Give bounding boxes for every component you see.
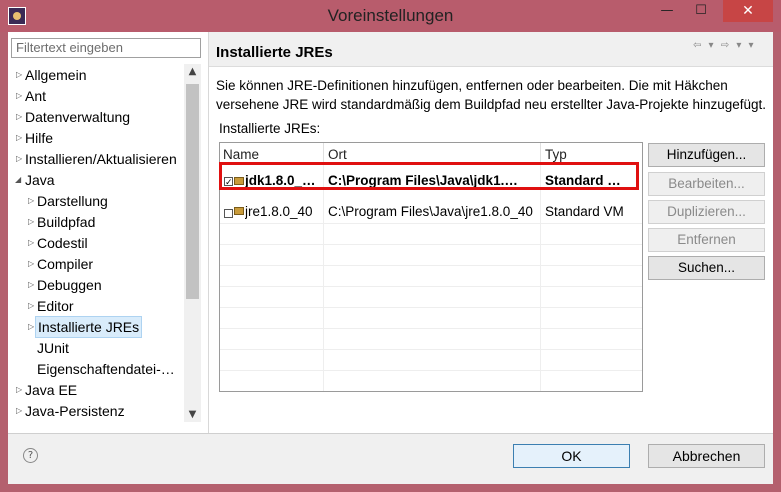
tree-item-ant[interactable]: ▷ Ant	[8, 86, 183, 106]
tree-item-label: Eigenschaftendatei-…	[37, 361, 175, 377]
grid-line	[220, 265, 642, 266]
tree-item-compiler[interactable]: ▷ Compiler	[8, 254, 183, 274]
scroll-down-icon[interactable]: ▼	[184, 409, 201, 420]
tree-item-label: Allgemein	[25, 67, 87, 83]
tree-item-debuggen[interactable]: ▷ Debuggen	[8, 275, 183, 295]
grid-line	[220, 223, 642, 224]
tree-item-label: Java-Persistenz	[25, 403, 125, 419]
maximize-button[interactable]: ☐	[686, 0, 716, 22]
scroll-up-icon[interactable]: ▲	[184, 66, 201, 77]
help-icon[interactable]: ?	[23, 448, 38, 463]
tree-item-label: JUnit	[37, 340, 69, 356]
preferences-window: Voreinstellungen — ☐ ✕ Filtertext eingeb…	[0, 0, 781, 492]
search-button[interactable]: Suchen...	[648, 256, 765, 280]
expand-twisty-icon[interactable]: ▷	[16, 128, 22, 148]
grid-line	[540, 165, 541, 391]
tree-item-label: Darstellung	[37, 193, 108, 209]
tree-item-java[interactable]: ◢ Java	[8, 170, 183, 190]
tree-item-editor[interactable]: ▷ Editor	[8, 296, 183, 316]
tree-item-label: Java	[25, 172, 55, 188]
tree-item-allgemein[interactable]: ▷ Allgemein	[8, 65, 183, 85]
tree-item-label: Codestil	[37, 235, 88, 251]
tree-item-label: Ant	[25, 88, 47, 104]
filter-input[interactable]: Filtertext eingeben	[11, 38, 201, 58]
tree-item-codestil[interactable]: ▷ Codestil	[8, 233, 183, 253]
tree-item-label: Datenverwaltung	[25, 109, 131, 125]
dialog-client-area: Filtertext eingeben ▷ Allgemein ▷ Ant ▷ …	[8, 32, 773, 484]
tree-item-darstellung[interactable]: ▷ Darstellung	[8, 191, 183, 211]
close-button[interactable]: ✕	[723, 0, 773, 22]
history-nav-icons[interactable]: ⇦ ▾ ⇨ ▾ ▾	[693, 40, 756, 51]
tree-scrollbar[interactable]: ▲ ▼	[184, 64, 201, 422]
highlight-annotation	[219, 162, 639, 190]
collapse-twisty-icon[interactable]: ◢	[15, 170, 21, 190]
tree-item-label: Hilfe	[25, 130, 54, 146]
grid-line	[220, 307, 642, 308]
expand-twisty-icon[interactable]: ▷	[28, 212, 34, 232]
page-description: Sie können JRE-Definitionen hinzufügen, …	[216, 78, 767, 112]
tree-item-label-selected: Installierte JREs	[34, 316, 143, 338]
scrollbar-thumb[interactable]	[186, 84, 199, 299]
expand-twisty-icon[interactable]: ▷	[28, 275, 34, 295]
duplicate-button[interactable]: Duplizieren...	[648, 200, 765, 224]
page-header: Installierte JREs ⇦ ▾ ⇨ ▾ ▾	[209, 32, 773, 67]
jre-type: Standard VM	[545, 204, 624, 219]
expand-twisty-icon[interactable]: ▷	[16, 149, 22, 169]
tree-item-eigenschaftendatei[interactable]: Eigenschaftendatei-…	[8, 359, 183, 379]
tree-item-label: Compiler	[37, 256, 94, 272]
grid-line	[220, 370, 642, 371]
remove-button[interactable]: Entfernen	[648, 228, 765, 252]
jre-name: jre1.8.0_40	[245, 204, 313, 219]
expand-twisty-icon[interactable]: ▷	[16, 86, 22, 106]
ok-button[interactable]: OK	[513, 444, 630, 468]
tree-item-label: Editor	[37, 298, 74, 314]
grid-line	[323, 165, 324, 391]
expand-twisty-icon[interactable]: ▷	[16, 107, 22, 127]
jre-list-label: Installierte JREs:	[219, 121, 321, 136]
tree-item-label: Java EE	[25, 382, 78, 398]
dialog-footer: ? OK Abbrechen	[8, 434, 773, 484]
tree-item-buildpfad[interactable]: ▷ Buildpfad	[8, 212, 183, 232]
expand-twisty-icon[interactable]: ▷	[28, 233, 34, 253]
page-title: Installierte JREs	[216, 44, 333, 61]
tree-item-datenverwaltung[interactable]: ▷ Datenverwaltung	[8, 107, 183, 127]
default-jre-checkbox[interactable]	[224, 209, 233, 218]
tree-item-label: Buildpfad	[37, 214, 96, 230]
tree-item-installieren[interactable]: ▷ Installieren/Aktualisieren	[8, 149, 183, 169]
grid-line	[220, 244, 642, 245]
add-button[interactable]: Hinzufügen...	[648, 143, 765, 167]
edit-button[interactable]: Bearbeiten...	[648, 172, 765, 196]
expand-twisty-icon[interactable]: ▷	[16, 401, 22, 421]
tree-item-junit[interactable]: JUnit	[8, 338, 183, 358]
tree-item-java-ee[interactable]: ▷ Java EE	[8, 380, 183, 400]
grid-line	[220, 328, 642, 329]
expand-twisty-icon[interactable]: ▷	[28, 296, 34, 316]
pane-splitter[interactable]	[208, 32, 209, 434]
title-bar[interactable]: Voreinstellungen — ☐ ✕	[0, 0, 781, 32]
minimize-button[interactable]: —	[652, 0, 682, 22]
expand-twisty-icon[interactable]: ▷	[28, 254, 34, 274]
grid-line	[220, 349, 642, 350]
preferences-tree: ▷ Allgemein ▷ Ant ▷ Datenverwaltung ▷ Hi…	[8, 64, 183, 422]
tree-item-label: Installieren/Aktualisieren	[25, 151, 177, 167]
jre-location: C:\Program Files\Java\jre1.8.0_40	[328, 204, 533, 219]
grid-line	[220, 286, 642, 287]
tree-item-java-persistenz[interactable]: ▷ Java-Persistenz	[8, 401, 183, 421]
expand-twisty-icon[interactable]: ▷	[16, 65, 22, 85]
tree-item-label: Debuggen	[37, 277, 102, 293]
expand-twisty-icon[interactable]: ▷	[28, 317, 34, 337]
expand-twisty-icon[interactable]: ▷	[16, 380, 22, 400]
expand-twisty-icon[interactable]: ▷	[28, 191, 34, 211]
tree-item-installierte-jres[interactable]: ▷ Installierte JREs	[8, 316, 183, 338]
jre-library-icon	[234, 207, 244, 215]
tree-item-hilfe[interactable]: ▷ Hilfe	[8, 128, 183, 148]
cancel-button[interactable]: Abbrechen	[648, 444, 765, 468]
